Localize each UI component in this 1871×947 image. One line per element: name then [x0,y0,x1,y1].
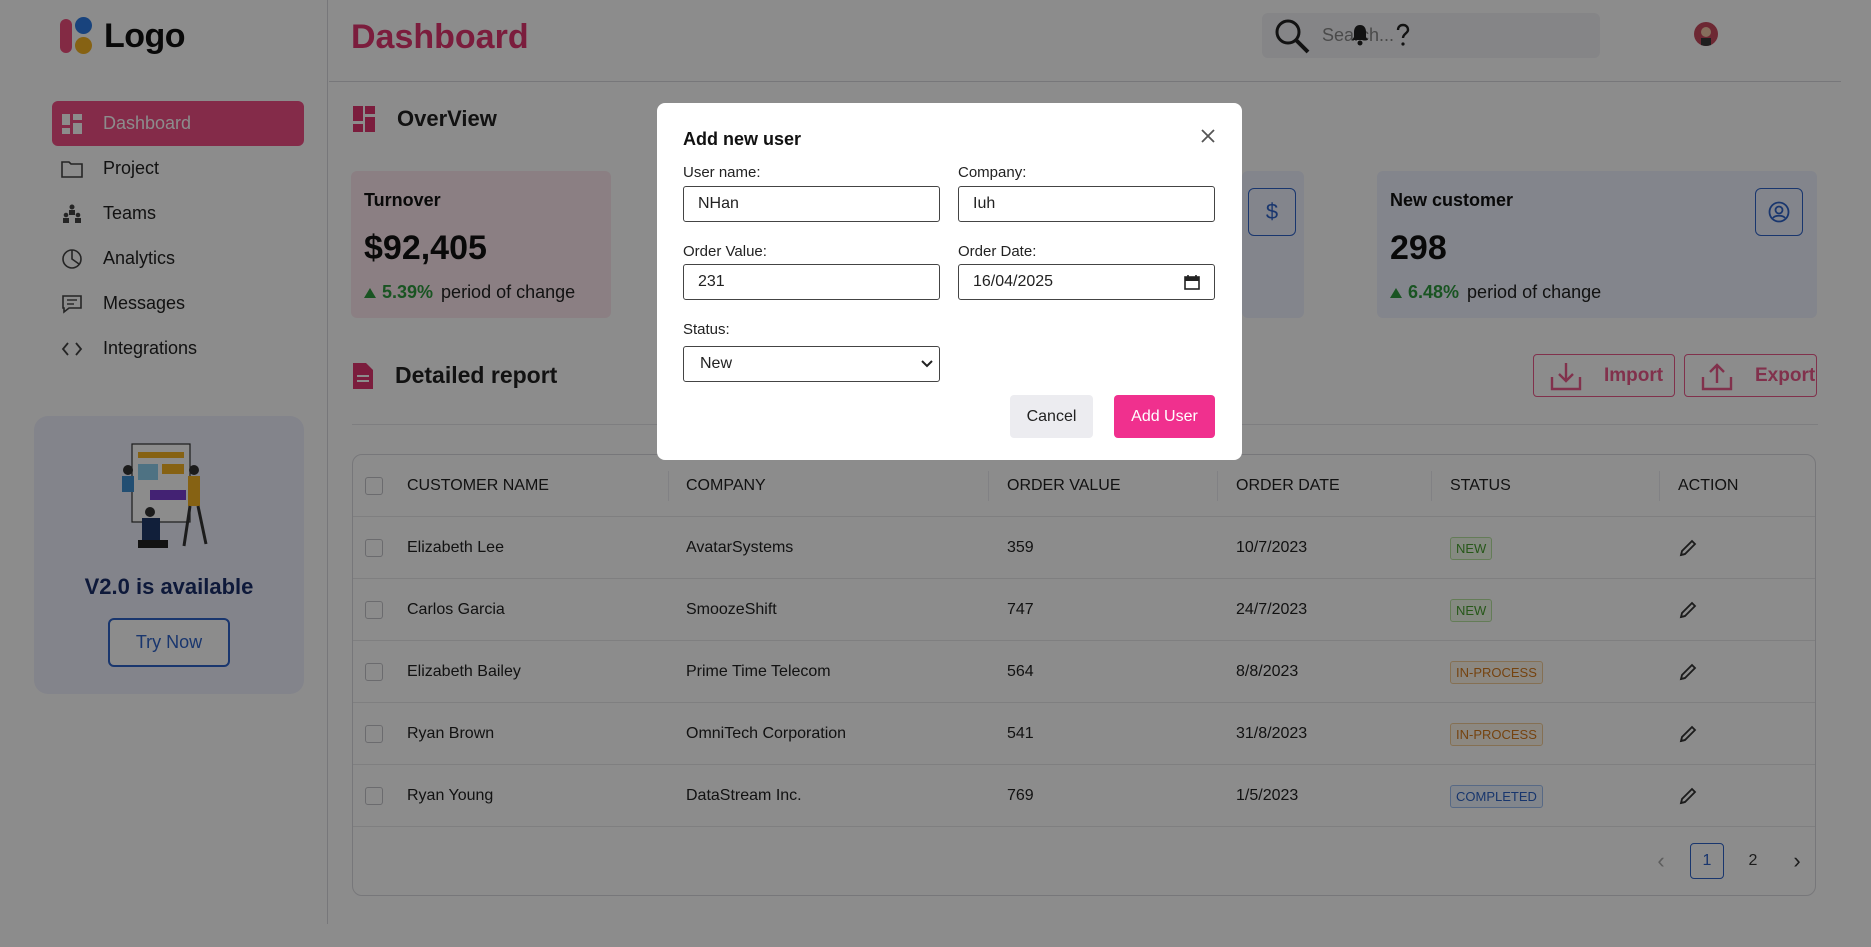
order-date-input[interactable]: 16/04/2025 [958,264,1215,300]
company-input[interactable]: Iuh [958,186,1215,222]
status-selected-value: New [700,355,733,372]
order-date-label: Order Date: [958,243,1037,260]
calendar-icon[interactable] [1184,274,1200,290]
add-user-button[interactable]: Add User [1114,395,1215,438]
status-select[interactable]: New [683,346,940,382]
order-value-label: Order Value: [683,243,767,260]
cancel-button[interactable]: Cancel [1010,395,1093,438]
username-input[interactable]: NHan [683,186,940,222]
close-icon[interactable] [1195,123,1221,149]
status-label: Status: [683,321,730,338]
username-label: User name: [683,164,761,181]
order-date-value: 16/04/2025 [973,273,1054,290]
add-user-modal: Add new user User name: NHan Company: Iu… [657,103,1242,460]
modal-title: Add new user [683,129,802,149]
chevron-down-icon [921,360,933,368]
company-label: Company: [958,164,1027,181]
order-value-input[interactable]: 231 [683,264,940,300]
